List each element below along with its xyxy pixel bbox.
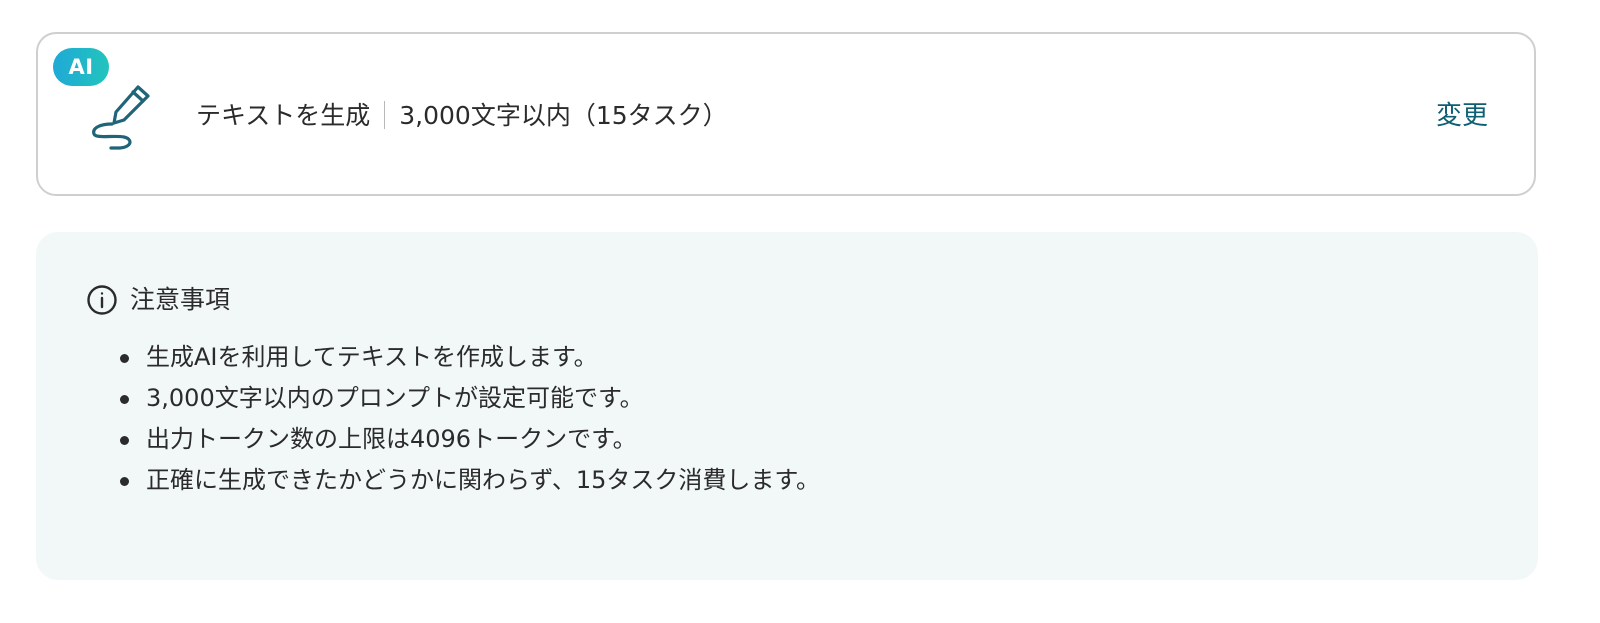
notes-panel: 注意事項 生成AIを利用してテキストを作成します。 3,000文字以内のプロンプ…: [36, 232, 1538, 580]
ai-badge: AI: [53, 48, 109, 86]
action-card: AI テキストを生成 3,000文字以内（15タスク） 変更: [36, 32, 1536, 196]
info-icon: [87, 285, 117, 315]
list-item: 正確に生成できたかどうかに関わらず、15タスク消費します。: [118, 460, 820, 501]
list-item: 生成AIを利用してテキストを作成します。: [118, 337, 820, 378]
list-item: 出力トークン数の上限は4096トークンです。: [118, 419, 820, 460]
title-separator: [384, 101, 386, 129]
notes-list: 生成AIを利用してテキストを作成します。 3,000文字以内のプロンプトが設定可…: [118, 337, 820, 501]
list-item: 3,000文字以内のプロンプトが設定可能です。: [118, 378, 820, 419]
action-detail: 3,000文字以内（15タスク）: [399, 101, 728, 130]
action-title: テキストを生成 3,000文字以内（15タスク）: [196, 96, 728, 136]
action-name: テキストを生成: [196, 101, 371, 130]
change-button[interactable]: 変更: [1436, 96, 1488, 136]
notes-header: 注意事項: [86, 282, 230, 318]
pen-signature-icon: [92, 85, 150, 150]
notes-title: 注意事項: [130, 285, 231, 314]
